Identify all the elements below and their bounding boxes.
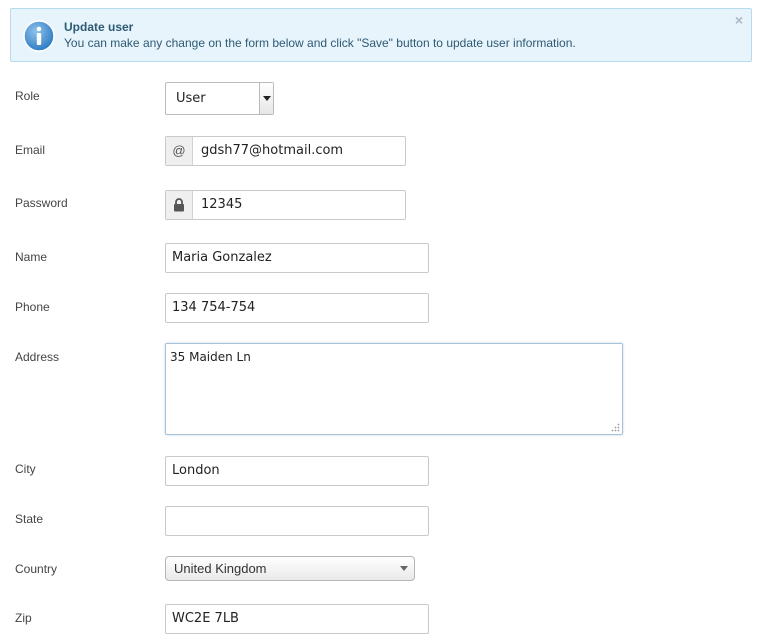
zip-label: Zip: [15, 611, 32, 625]
role-label: Role: [15, 89, 40, 103]
role-select[interactable]: User: [165, 82, 274, 115]
state-label: State: [15, 512, 44, 526]
lock-icon: [166, 191, 193, 219]
password-value: 12345: [201, 197, 243, 212]
alert-title: Update user: [64, 20, 134, 34]
country-label: Country: [15, 562, 58, 576]
email-value: gdsh77@hotmail.com: [201, 143, 344, 158]
info-alert: Update user You can make any change on t…: [10, 8, 752, 62]
close-icon[interactable]: ×: [735, 13, 743, 27]
role-dropdown-button[interactable]: [259, 83, 273, 114]
country-select[interactable]: United Kingdom: [165, 556, 415, 581]
address-textarea[interactable]: 35 Maiden Ln: [165, 343, 623, 435]
address-label: Address: [15, 350, 60, 364]
zip-input[interactable]: WC2E 7LB: [165, 604, 429, 634]
state-input[interactable]: [165, 506, 429, 536]
country-select-value: United Kingdom: [174, 561, 267, 576]
name-label: Name: [15, 250, 48, 264]
password-label: Password: [15, 196, 68, 210]
chevron-down-icon: [400, 566, 408, 571]
role-select-value: User: [176, 91, 206, 106]
email-label: Email: [15, 143, 46, 157]
password-field[interactable]: 12345: [165, 190, 406, 220]
resize-grip-icon[interactable]: [610, 422, 620, 432]
phone-label: Phone: [15, 300, 50, 314]
info-icon: [23, 20, 55, 52]
phone-input[interactable]: 134 754-754: [165, 293, 429, 323]
at-icon: @: [166, 137, 193, 165]
email-field[interactable]: @ gdsh77@hotmail.com: [165, 136, 406, 166]
chevron-down-icon: [263, 96, 271, 101]
city-input[interactable]: London: [165, 456, 429, 486]
alert-message: You can make any change on the form belo…: [64, 36, 576, 50]
city-label: City: [15, 462, 36, 476]
name-input[interactable]: Maria Gonzalez: [165, 243, 429, 273]
address-value: 35 Maiden Ln: [170, 350, 251, 364]
